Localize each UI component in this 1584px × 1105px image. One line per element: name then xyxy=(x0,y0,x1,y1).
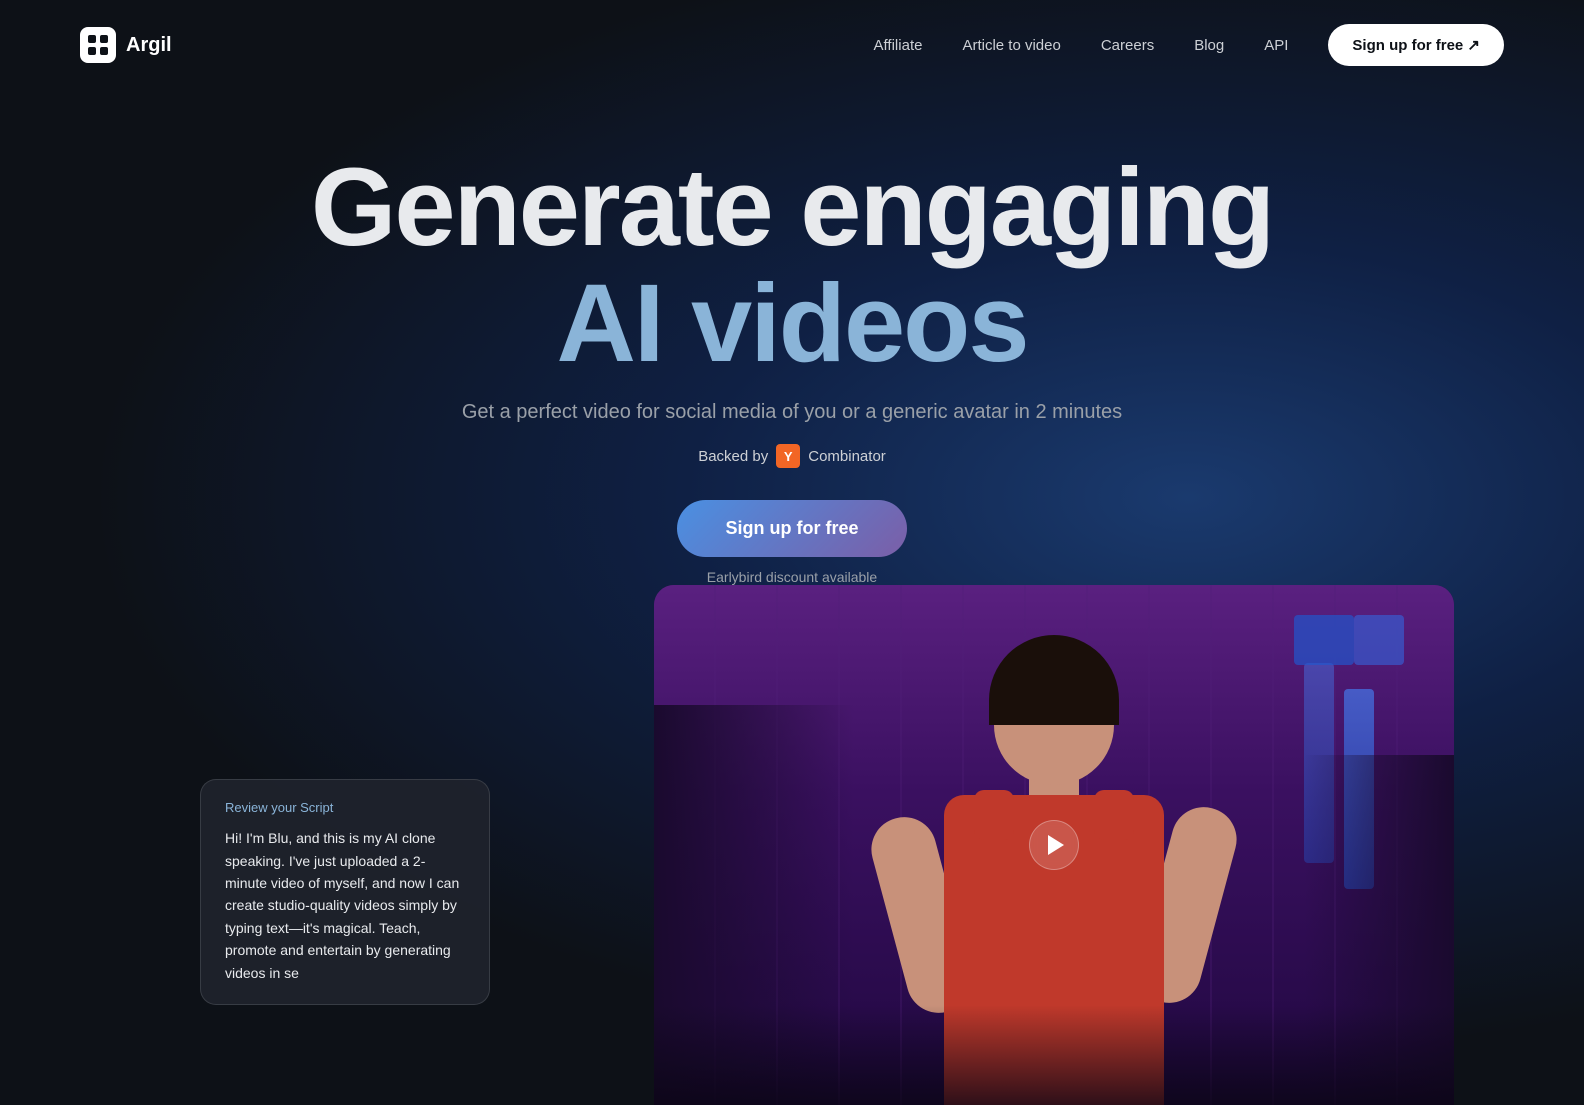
hero-title: Generate engaging AI videos xyxy=(0,150,1584,381)
nav-link-careers[interactable]: Careers xyxy=(1101,37,1154,54)
backed-by-text: Backed by xyxy=(698,448,768,465)
video-background xyxy=(654,585,1454,1105)
nav-links: Affiliate Article to video Careers Blog … xyxy=(874,24,1504,66)
video-bottom-fade xyxy=(654,1005,1454,1105)
logo-text: Argil xyxy=(126,34,172,57)
logo-icon xyxy=(80,27,116,63)
nav-link-blog[interactable]: Blog xyxy=(1194,37,1224,54)
video-container xyxy=(654,585,1454,1105)
hero-section: Generate engaging AI videos Get a perfec… xyxy=(0,90,1584,585)
nav-link-article-to-video[interactable]: Article to video xyxy=(962,37,1060,54)
hero-title-line1: Generate engaging xyxy=(0,150,1584,266)
yc-badge: Y xyxy=(776,444,800,468)
script-card: Review your Script Hi! I'm Blu, and this… xyxy=(200,779,490,1005)
hero-subtitle: Get a perfect video for social media of … xyxy=(0,401,1584,424)
page-wrapper: Argil Affiliate Article to video Careers… xyxy=(0,0,1584,1105)
signup-button-nav[interactable]: Sign up for free ↗ xyxy=(1328,24,1504,66)
combinator-text: Combinator xyxy=(808,448,886,465)
signup-button-hero[interactable]: Sign up for free xyxy=(677,500,906,557)
play-button[interactable] xyxy=(1029,820,1079,870)
earlybird-text: Earlybird discount available xyxy=(707,569,877,585)
script-card-title: Review your Script xyxy=(225,800,465,815)
navbar: Argil Affiliate Article to video Careers… xyxy=(0,0,1584,90)
script-card-body: Hi! I'm Blu, and this is my AI clone spe… xyxy=(225,827,465,984)
backed-by: Backed by Y Combinator xyxy=(0,444,1584,468)
logo[interactable]: Argil xyxy=(80,27,172,63)
nav-link-affiliate[interactable]: Affiliate xyxy=(874,37,923,54)
nav-link-api[interactable]: API xyxy=(1264,37,1288,54)
hero-title-line2: AI videos xyxy=(0,266,1584,382)
